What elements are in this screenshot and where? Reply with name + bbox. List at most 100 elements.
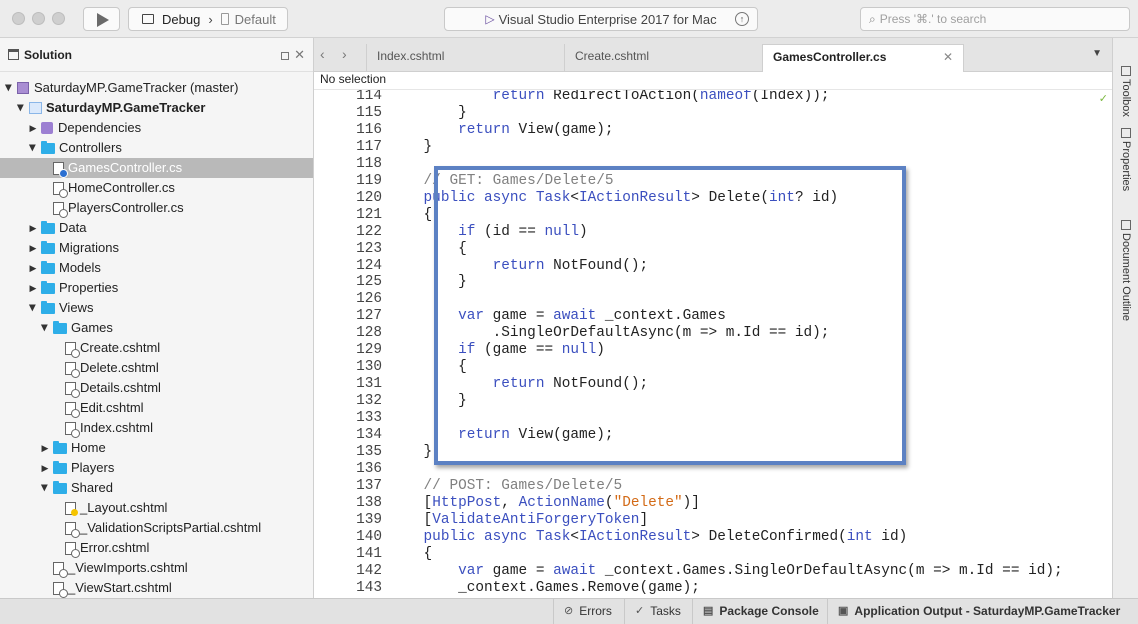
analysis-ok-icon: ✓ bbox=[1098, 93, 1108, 105]
document-outline-pad-tab[interactable]: Document Outline bbox=[1117, 220, 1135, 321]
code-token: (Index)); bbox=[751, 90, 830, 104]
tree-item[interactable]: ▶ Data bbox=[0, 218, 313, 238]
code-token: IActionResult bbox=[579, 189, 692, 206]
solution-tree: ▶ SaturdayMP.GameTracker (master) ▶ Saturda… bbox=[0, 72, 313, 598]
line-number: 123 bbox=[356, 240, 382, 257]
run-button[interactable] bbox=[83, 7, 120, 31]
code-token: return bbox=[492, 376, 545, 393]
disclosure-closed-icon[interactable]: ▶ bbox=[40, 458, 50, 478]
tree-item[interactable]: Delete.cshtml bbox=[0, 358, 313, 378]
tree-item[interactable]: Error.cshtml bbox=[0, 538, 313, 558]
tree-item[interactable]: Index.cshtml bbox=[0, 418, 313, 438]
tab-label: Index.cshtml bbox=[377, 49, 445, 63]
minimize-window-button[interactable] bbox=[32, 12, 45, 25]
package-console-pad-button[interactable]: ▤ Package Console bbox=[692, 599, 819, 624]
tree-item[interactable]: _ViewStart.cshtml bbox=[0, 578, 313, 598]
zoom-window-button[interactable] bbox=[52, 12, 65, 25]
tree-item[interactable]: ▶ Home bbox=[0, 438, 313, 458]
disclosure-closed-icon[interactable]: ▶ bbox=[28, 258, 38, 278]
tree-item[interactable]: PlayersController.cs bbox=[0, 198, 313, 218]
forward-nav-icon[interactable]: › bbox=[342, 46, 347, 62]
tree-item[interactable]: _Layout.cshtml bbox=[0, 498, 313, 518]
tree-item[interactable]: ▶ SaturdayMP.GameTracker bbox=[0, 98, 313, 118]
tree-item[interactable]: ▶ Dependencies bbox=[0, 118, 313, 138]
solution-pad: Solution ✕ ▶ SaturdayMP.GameTracker (mast… bbox=[0, 38, 314, 598]
code-token: [ bbox=[389, 511, 433, 528]
tree-item-label: SaturdayMP.GameTracker bbox=[46, 100, 206, 115]
line-number: 119 bbox=[356, 172, 382, 189]
code-token: } bbox=[389, 138, 433, 155]
code-token: await bbox=[553, 308, 597, 325]
disclosure-closed-icon[interactable]: ▶ bbox=[28, 238, 38, 258]
line-number: 117 bbox=[356, 138, 382, 155]
line-number: 137 bbox=[356, 477, 382, 494]
tree-item[interactable]: ▶ Properties bbox=[0, 278, 313, 298]
tree-item-label: Dependencies bbox=[58, 120, 142, 135]
status-area: ▷ Visual Studio Enterprise 2017 for Mac … bbox=[444, 7, 758, 31]
close-tab-icon[interactable]: ✕ bbox=[943, 45, 953, 69]
tree-item-label: Controllers bbox=[59, 140, 122, 155]
tree-item[interactable]: ▶ Players bbox=[0, 458, 313, 478]
tree-item[interactable]: Create.cshtml bbox=[0, 338, 313, 358]
disclosure-open-icon[interactable]: ▶ bbox=[23, 303, 43, 313]
disclosure-closed-icon[interactable]: ▶ bbox=[28, 118, 38, 138]
close-pad-icon[interactable]: ✕ bbox=[294, 47, 305, 63]
line-number: 129 bbox=[356, 342, 382, 359]
code-text: return NotFound(); bbox=[389, 258, 648, 275]
update-icon[interactable]: ↑ bbox=[735, 12, 749, 26]
search-input[interactable]: ⌕ Press '⌘.' to search bbox=[860, 7, 1130, 31]
line-number: 128 bbox=[356, 325, 382, 342]
disclosure-closed-icon[interactable]: ▶ bbox=[28, 218, 38, 238]
disclosure-open-icon[interactable]: ▶ bbox=[23, 143, 43, 153]
configuration-selector[interactable]: Debug › Default bbox=[128, 7, 288, 31]
tree-item[interactable]: ▶ Controllers bbox=[0, 138, 313, 158]
tree-item[interactable]: ▶ Shared bbox=[0, 478, 313, 498]
code-token: } bbox=[389, 393, 467, 410]
code-token: return bbox=[458, 121, 510, 138]
tree-item[interactable]: ▶ Migrations bbox=[0, 238, 313, 258]
package-console-label: Package Console bbox=[719, 604, 819, 618]
code-editor[interactable]: 114 return RedirectToAction(nameof(Index… bbox=[314, 90, 1112, 598]
code-token: "Delete" bbox=[613, 494, 683, 511]
disclosure-closed-icon[interactable]: ▶ bbox=[40, 438, 50, 458]
tab-menu-icon[interactable]: ▼ bbox=[1092, 48, 1102, 59]
close-window-button[interactable] bbox=[12, 12, 25, 25]
disclosure-open-icon[interactable]: ▶ bbox=[0, 83, 19, 93]
tree-item[interactable]: Details.cshtml bbox=[0, 378, 313, 398]
tree-item[interactable]: _ViewImports.cshtml bbox=[0, 558, 313, 578]
output-icon: ▣ bbox=[838, 605, 849, 617]
disclosure-open-icon[interactable]: ▶ bbox=[35, 483, 55, 493]
tree-item-label: GamesController.cs bbox=[68, 160, 183, 175]
back-nav-icon[interactable]: ‹ bbox=[320, 46, 325, 62]
code-token: > DeleteConfirmed( bbox=[691, 528, 847, 545]
breadcrumb[interactable]: No selection bbox=[314, 72, 1112, 90]
tree-item[interactable]: ▶ Games bbox=[0, 318, 313, 338]
line-number: 140 bbox=[356, 528, 382, 545]
toolbox-pad-tab[interactable]: Toolbox bbox=[1117, 66, 1135, 117]
tree-item[interactable]: GamesController.cs bbox=[0, 158, 313, 178]
properties-pad-tab[interactable]: Properties bbox=[1117, 128, 1135, 191]
tree-item[interactable]: ▶ Models bbox=[0, 258, 313, 278]
tasks-pad-button[interactable]: ✓ Tasks bbox=[624, 599, 681, 624]
tree-item[interactable]: ▶ SaturdayMP.GameTracker (master) bbox=[0, 78, 313, 98]
code-token: null bbox=[544, 223, 580, 240]
errors-pad-button[interactable]: ⊘ Errors bbox=[553, 599, 612, 624]
disclosure-open-icon[interactable]: ▶ bbox=[35, 323, 55, 333]
tab-create-cshtml[interactable]: Create.cshtml bbox=[564, 44, 760, 72]
tree-item[interactable]: ▶ Views bbox=[0, 298, 313, 318]
errors-label: Errors bbox=[579, 604, 612, 618]
tree-item[interactable]: Edit.cshtml bbox=[0, 398, 313, 418]
disclosure-closed-icon[interactable]: ▶ bbox=[28, 278, 38, 298]
code-text: return NotFound(); bbox=[389, 376, 648, 393]
code-token: RedirectToAction( bbox=[544, 90, 700, 104]
tab-gamescontroller-cs[interactable]: GamesController.cs ✕ bbox=[762, 44, 964, 72]
tab-index-cshtml[interactable]: Index.cshtml bbox=[366, 44, 562, 72]
application-output-pad-button[interactable]: ▣ Application Output - SaturdayMP.GameTr… bbox=[827, 599, 1120, 624]
tree-item[interactable]: HomeController.cs bbox=[0, 178, 313, 198]
tree-item[interactable]: _ValidationScriptsPartial.cshtml bbox=[0, 518, 313, 538]
disclosure-open-icon[interactable]: ▶ bbox=[11, 103, 31, 113]
dock-icon[interactable] bbox=[281, 52, 289, 60]
code-token: public bbox=[423, 189, 476, 206]
folder-icon bbox=[41, 300, 55, 314]
